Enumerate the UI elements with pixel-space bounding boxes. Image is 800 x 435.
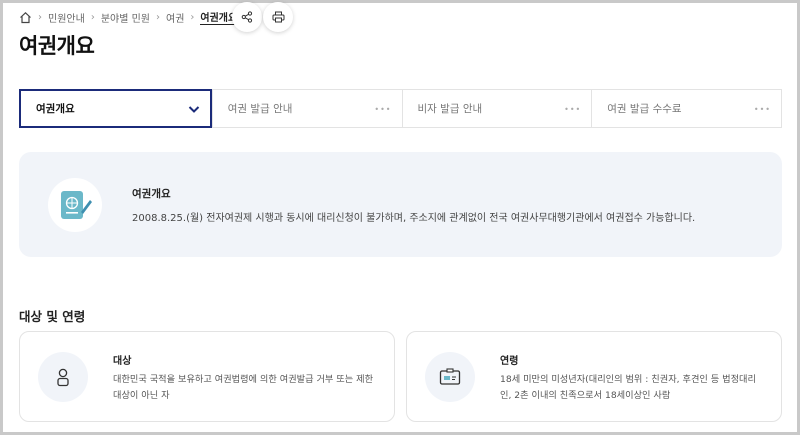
passport-icon	[61, 191, 92, 219]
breadcrumb: › 민원안내 › 분야별 민원 › 여권 › 여권개요	[19, 7, 238, 27]
breadcrumb-separator: ›	[38, 11, 42, 23]
more-icon: •••	[753, 105, 771, 114]
tab-passport-overview[interactable]: 여권개요	[19, 89, 212, 128]
breadcrumb-item-2[interactable]: 분야별 민원	[101, 10, 150, 25]
age-card: 연령 18세 미만의 미성년자(대리인의 범위 : 친권자, 후견인 등 법정대…	[406, 331, 782, 422]
chevron-down-icon	[188, 106, 199, 113]
tab-label: 여권 발급 수수료	[607, 103, 682, 115]
print-icon	[272, 11, 284, 23]
home-icon[interactable]	[19, 11, 32, 24]
tab-label: 여권 발급 안내	[227, 103, 293, 115]
tab-visa-issuance[interactable]: 비자 발급 안내 •••	[401, 90, 592, 127]
tab-label: 여권개요	[36, 103, 75, 115]
share-icon	[241, 11, 253, 23]
tab-passport-issuance[interactable]: 여권 발급 안내 •••	[211, 90, 402, 127]
breadcrumb-separator: ›	[156, 11, 160, 23]
print-button[interactable]	[263, 2, 293, 32]
breadcrumb-item-3[interactable]: 여권	[166, 10, 184, 25]
section-title: 대상 및 연령	[19, 309, 86, 324]
tab-bar: 여권개요 여권 발급 안내 ••• 비자 발급 안내 ••• 여권 발급 수수료…	[19, 89, 782, 128]
tab-passport-fees[interactable]: 여권 발급 수수료 •••	[591, 90, 781, 127]
breadcrumb-item-1[interactable]: 민원안내	[48, 10, 85, 25]
person-icon	[38, 352, 88, 402]
eligibility-card: 대상 대한민국 국적을 보유하고 여권법령에 의한 여권발급 거부 또는 제한 …	[19, 331, 395, 422]
more-icon: •••	[374, 105, 392, 114]
card-description: 18세 미만의 미성년자(대리인의 범위 : 친권자, 후견인 등 법정대리인,…	[500, 374, 756, 401]
info-title: 여권개요	[132, 188, 171, 200]
card-title: 대상	[113, 356, 132, 367]
overview-info-panel: 여권개요 2008.8.25.(월) 전자여권제 시행과 동시에 대리신청이 불…	[19, 152, 782, 257]
info-description: 2008.8.25.(월) 전자여권제 시행과 동시에 대리신청이 불가하며, …	[132, 213, 696, 224]
page-title: 여권개요	[19, 34, 95, 58]
passport-icon-circle	[48, 178, 102, 232]
share-button[interactable]	[232, 2, 262, 32]
tab-label: 비자 발급 안내	[417, 103, 483, 115]
more-icon: •••	[564, 105, 582, 114]
breadcrumb-separator: ›	[90, 11, 95, 23]
card-title: 연령	[500, 356, 519, 367]
id-card-icon	[425, 352, 475, 402]
breadcrumb-separator: ›	[190, 11, 195, 23]
card-description: 대한민국 국적을 보유하고 여권법령에 의한 여권발급 거부 또는 제한 대상이…	[113, 374, 374, 401]
